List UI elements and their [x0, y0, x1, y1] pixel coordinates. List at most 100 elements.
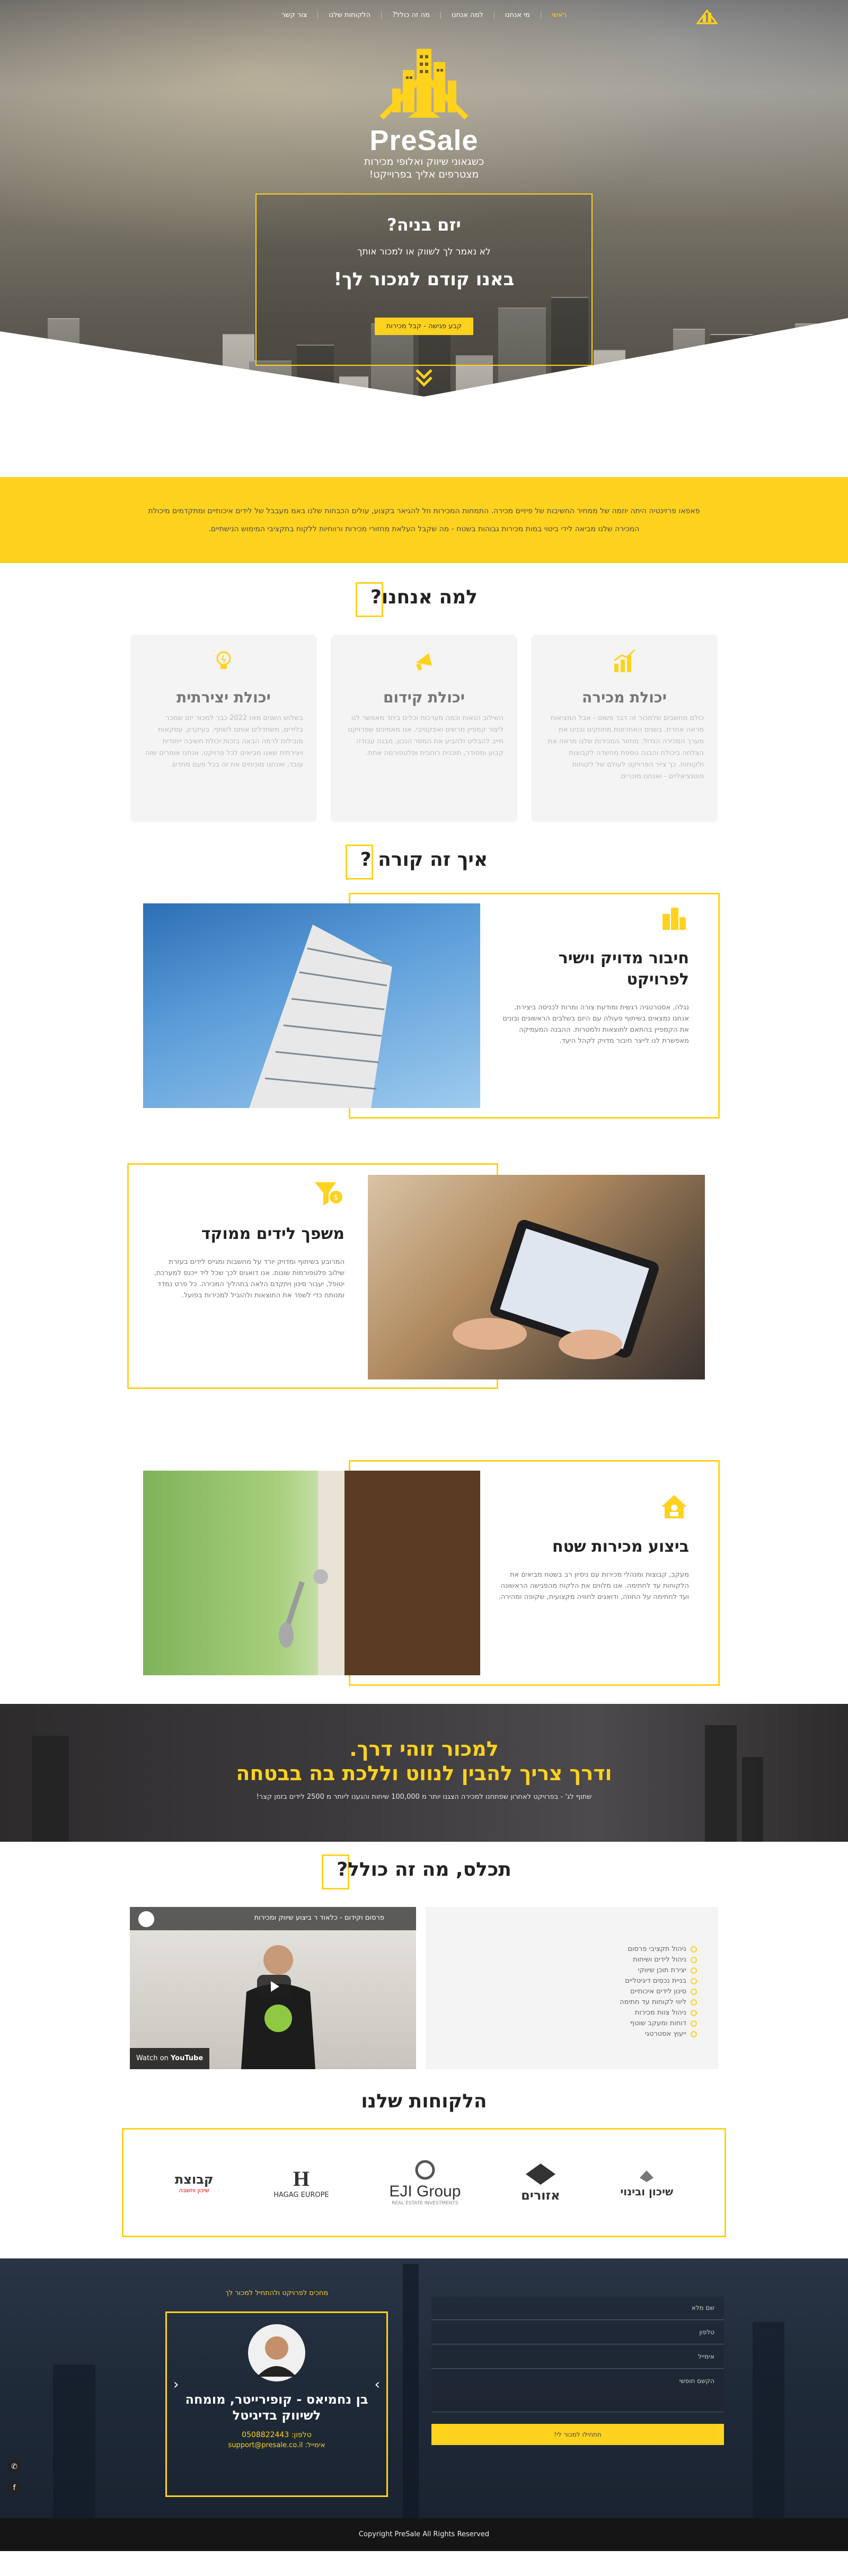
how-item-text: מעקב, קבוצות ומנהלי מכירות עם ניסיון רב … — [498, 1571, 689, 1601]
person-role: לשיווק בדיגיטל — [232, 2408, 321, 2423]
hagag-logo: H HAGAG EUROPE — [273, 2167, 329, 2199]
play-button[interactable] — [257, 1975, 291, 1998]
message-field[interactable]: הקשם חופשי — [431, 2370, 724, 2412]
why-card-sales: יכולת מכירה כולם מחשבים שלמכור זה דבר פש… — [531, 635, 718, 822]
why-section: למה אנחנו? יכולת מכירה כולם מחשבים שלמכו… — [0, 563, 848, 822]
why-title: למה אנחנו? — [356, 582, 487, 617]
list-item: ליווי לקוחות עד חתימה — [426, 1997, 697, 2008]
list-item: סינון לידים איכותיים — [426, 1986, 697, 1997]
footer: Copyright PreSale All Rights Reserved — [0, 2518, 848, 2551]
video-title: פרסום וקידום - כלאוד ר ביצוע שיווק ומכיר… — [130, 1907, 416, 1930]
how-item-text: נגלה, אסטרטגיה רגשית ומודעת צורה ומרות ל… — [502, 1004, 689, 1045]
contact-intro: מחכים לפרויקט ולהתחיל למכור לך — [225, 2289, 329, 2297]
contact-section: מחכים לפרויקט ולהתחיל למכור לך בן נחמיאס… — [0, 2258, 848, 2518]
brand-name: PreSale — [369, 125, 479, 156]
submit-button[interactable]: תתחילו למכור לי! — [431, 2424, 724, 2445]
buildings-icon — [662, 908, 686, 930]
tablet-photo — [368, 1175, 705, 1379]
hero-cta-button[interactable]: קבע פגישה - קבל מכירות — [374, 318, 474, 335]
presale-logo-icon — [379, 49, 469, 120]
chart-icon — [614, 649, 635, 672]
nav-item-included[interactable]: מה זה כולל? — [381, 12, 440, 19]
azorim-logo: אזורים — [521, 2162, 560, 2203]
brand-tagline-2: מצטרפים אליך בפרוייקט! — [369, 169, 479, 180]
quote-banner: למכור זוהי דרך. ודרך צריך להבין לנווט ולל… — [0, 1704, 848, 1842]
brand-tagline-1: כשגאוני שיווק ואלופי מכירות — [364, 156, 484, 168]
main-nav: ראשי מי אנחנו למה אנחנו מה זה כולל? הלקו… — [0, 0, 848, 31]
video-presenter-image — [241, 1945, 315, 2069]
hero-sub: לא נאמר לך לשווק או למכור אותך — [357, 247, 491, 257]
how-item-title: משפך לידים ממוקד — [201, 1225, 344, 1243]
play-icon — [271, 1981, 279, 1992]
scroll-down-chevron-icon[interactable] — [412, 366, 436, 389]
list-item: ייעוץ אסטרטגי — [426, 2029, 697, 2039]
bulb-icon — [216, 651, 231, 669]
watch-on-youtube[interactable]: Watch on YouTube — [130, 2048, 209, 2069]
shikun-logo: שיכון ובינוי — [620, 2167, 673, 2198]
next-arrow-icon[interactable]: › — [375, 2377, 380, 2393]
why-card-text: כולם מחשבים שלמכור זה דבר פשוט - אבל המצ… — [547, 714, 704, 780]
clients-title: הלקוחות שלנו — [361, 2090, 487, 2112]
list-item: דוחות ומעקב שוטף — [426, 2018, 697, 2029]
hero-card: יזם בניה? לא נאמר לך לשווק או למכור אותך… — [255, 194, 593, 366]
youtube-video-player[interactable]: פרסום וקידום - כלאוד ר ביצוע שיווק ומכיר… — [130, 1907, 416, 2069]
how-section: איך זה קורה ? חיבור מדויק וישיר לפרויקט נ… — [0, 822, 848, 1688]
nav-item-clients[interactable]: הלקוחות שלנו — [317, 12, 381, 19]
clients-logo-strip: שיכון ובינוי אזורים EJI Group REAL ESTATE… — [122, 2128, 726, 2237]
list-item: ניהול תקציבי פרסום — [426, 1944, 697, 1955]
list-item: יצירת תוכן שיווקי — [426, 1965, 697, 1976]
nav-item-contact[interactable]: צור קשר — [271, 12, 318, 19]
phone-link[interactable]: 0508822443 — [242, 2431, 289, 2439]
contact-card: בן נחמיאס - קופירייטר, מומחה לשיווק בדיג… — [165, 2311, 388, 2497]
nav-item-about[interactable]: מי אנחנו — [493, 12, 541, 19]
prev-arrow-icon[interactable]: ‹ — [173, 2377, 179, 2393]
included-list: ניהול תקציבי פרסום ניהול לידים ושיחות יצ… — [426, 1907, 718, 2069]
copyright-text: Copyright PreSale All Rights Reserved — [358, 2530, 490, 2538]
nav-item-why[interactable]: למה אנחנו — [440, 12, 494, 19]
kvutzat-logo: קבוצת שיכון וחשבה — [174, 2171, 214, 2194]
building-photo — [143, 903, 480, 1108]
why-card-title: יכולת מכירה — [582, 689, 667, 706]
clients-section: הלקוחות שלנו שיכון ובינוי אזורים EJI Gro… — [0, 2069, 848, 2237]
name-field[interactable]: שם מלא — [431, 2297, 724, 2320]
why-card-promotion: יכולת קידום השילוב הנאות וכמה מערכות וכל… — [331, 635, 517, 822]
facebook-icon[interactable]: f — [7, 2481, 21, 2495]
channel-avatar — [138, 1911, 154, 1927]
how-item-title: חיבור מדויק וישיר — [558, 949, 689, 968]
why-card-title: יכולת יצירתית — [176, 689, 271, 706]
house-icon — [661, 1495, 687, 1518]
why-card-text: בשלוש השנים מאז 2022 כבר למכור יזם שמכר … — [145, 714, 303, 769]
banner-line-1: למכור זוהי דרך. — [349, 1737, 499, 1761]
contact-form: שם מלא טלפון אימייל הקשם חופשי תתחילו למ… — [431, 2297, 724, 2445]
funnel-icon: $ — [315, 1182, 342, 1206]
email-link[interactable]: support@presale.co.il — [228, 2441, 303, 2449]
svg-text:$: $ — [334, 1193, 339, 1202]
how-title: איך זה קורה ? — [345, 845, 498, 880]
brand-block: PreSale כשגאוני שיווק ואלופי מכירות מצטר… — [0, 38, 848, 180]
person-name: בן נחמיאס - קופירייטר, מומחה — [185, 2392, 368, 2407]
why-card-creative: יכולת יצירתית בשלוש השנים מאז 2022 כבר ל… — [130, 635, 317, 822]
why-card-text: השילוב הנאות וכמה מערכות וכלים ביחד מאפש… — [348, 714, 504, 757]
included-title: תכלס, מה זה כולל? — [322, 1854, 521, 1889]
phone-field[interactable]: טלפון — [431, 2321, 724, 2344]
eji-logo: EJI Group REAL ESTATE INVESTMENTS — [389, 2159, 461, 2206]
hero-section: ראשי מי אנחנו למה אנחנו מה זה כולל? הלקו… — [0, 0, 848, 456]
megaphone-icon — [416, 653, 432, 671]
list-item: ניהול צוות מכירות — [426, 2008, 697, 2018]
hero-question: יזם בניה? — [387, 215, 461, 235]
list-item: בניית נכסים דיגיטליים — [426, 1976, 697, 1986]
included-section: תכלס, מה זה כולל? ניהול תקציבי פרסום ניה… — [0, 1842, 848, 2069]
how-item-connection: חיבור מדויק וישיר לפרויקט נגלה, אסטרטגיה … — [0, 893, 848, 1126]
banner-line-2: ודרך צריך להבין לנווט וללכת בה בבטחה — [236, 1762, 612, 1785]
why-card-title: יכולת קידום — [383, 689, 465, 706]
intro-band: פאפאו פרזינטיה היתה יוזמה של ממחיר החשיב… — [0, 477, 848, 563]
how-item-title-2: לפרויקט — [626, 970, 689, 989]
email-field[interactable]: אימייל — [431, 2345, 724, 2369]
how-item-funnel: $ משפך לידים ממוקד המרובע בשיתוף ומדויק … — [0, 1163, 848, 1412]
hero-headline: באנו קודם למכור לך! — [333, 269, 515, 290]
whatsapp-icon[interactable]: ✆ — [7, 2460, 21, 2474]
nav-logo-icon[interactable] — [694, 7, 720, 25]
how-item-field-sales: ביצוע מכירות שטח מעקב, קבוצות ומנהלי מכי… — [0, 1460, 848, 1688]
nav-item-home[interactable]: ראשי — [540, 12, 577, 19]
list-item: ניהול לידים ושיחות — [426, 1955, 697, 1965]
